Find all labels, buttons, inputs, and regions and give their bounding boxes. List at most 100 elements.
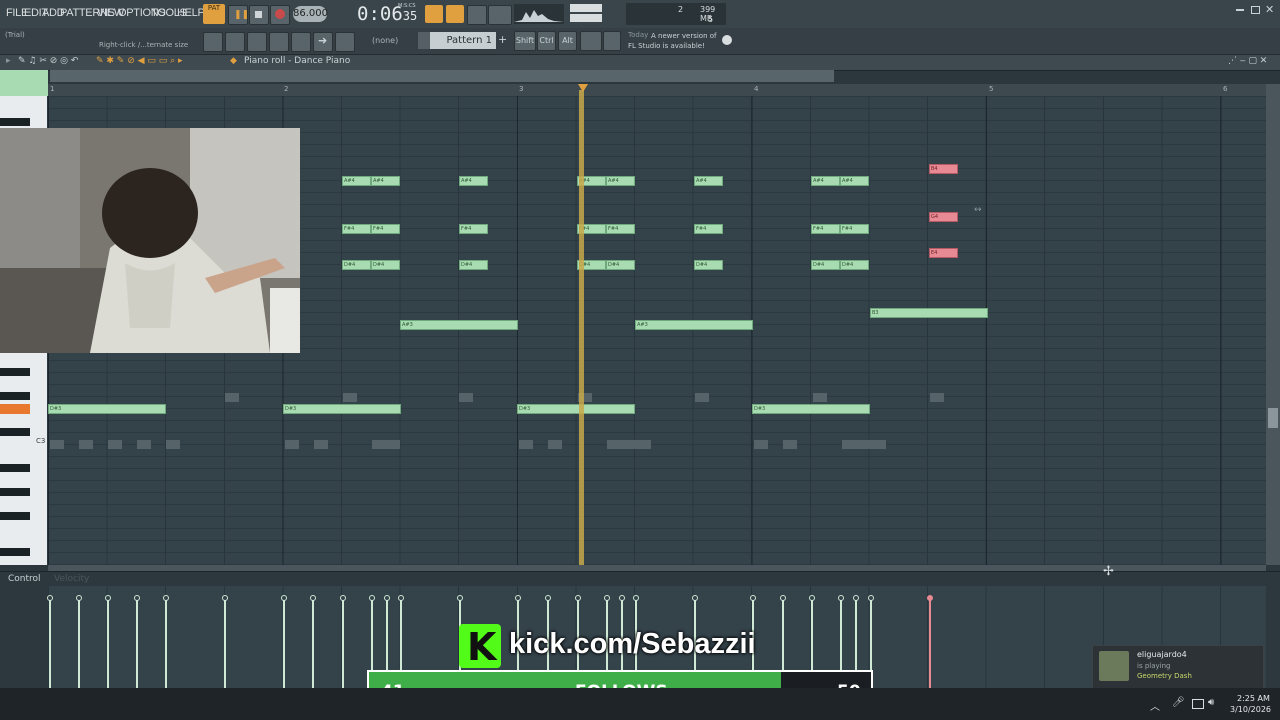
note[interactable]: F#4: [694, 224, 723, 234]
black-key[interactable]: [0, 118, 30, 126]
news-globe-icon[interactable]: [722, 35, 732, 45]
note[interactable]: F#4: [459, 224, 488, 234]
recording-button[interactable]: [335, 32, 355, 52]
black-key[interactable]: [0, 368, 30, 376]
pat-song-toggle[interactable]: PAT: [203, 4, 225, 24]
master-volume[interactable]: [570, 4, 602, 12]
window-controls-icons[interactable]: ⋰ ‒ ▢ ✕: [1228, 56, 1267, 66]
note[interactable]: B3: [870, 308, 988, 318]
piano-roll-title[interactable]: Piano roll - Dance Piano: [244, 56, 350, 66]
clock-date[interactable]: 3/10/2026: [1230, 705, 1271, 714]
note[interactable]: D#4: [606, 260, 635, 270]
timeline-ruler[interactable]: 1 2 3 4 5 6: [48, 84, 1266, 96]
key-zoom-corner[interactable]: [0, 70, 48, 96]
network-icon[interactable]: [1192, 699, 1204, 709]
channel-rack-button[interactable]: [225, 32, 245, 52]
note[interactable]: D#3: [48, 404, 166, 414]
note[interactable]: D#3: [283, 404, 401, 414]
selected-note[interactable]: E4: [929, 248, 958, 258]
play-button[interactable]: ❚❚: [228, 5, 249, 25]
touch-button[interactable]: [580, 31, 602, 51]
note[interactable]: A#4: [840, 176, 869, 186]
black-key[interactable]: [0, 428, 30, 436]
add-pattern-icon[interactable]: +: [498, 33, 507, 46]
volume-icon[interactable]: 🔊︎: [1208, 697, 1214, 708]
tool-icons[interactable]: ✎ ♫ ✂ ⊘ ◎ ↶: [18, 56, 78, 66]
note[interactable]: F#4: [811, 224, 840, 234]
velocity-bar[interactable]: [163, 595, 169, 688]
vertical-scrollbar[interactable]: [1266, 84, 1280, 565]
tray-chevron-icon[interactable]: ︿: [1150, 698, 1160, 713]
pattern-overview-strip[interactable]: [50, 70, 834, 82]
note[interactable]: A#3: [400, 320, 518, 330]
note[interactable]: A#4: [606, 176, 635, 186]
plugin-picker-button[interactable]: ➜: [313, 32, 333, 52]
countdown-button[interactable]: [446, 5, 464, 23]
velocity-bar[interactable]: [281, 595, 287, 688]
note[interactable]: D#4: [371, 260, 400, 270]
velocity-bar[interactable]: [222, 595, 228, 688]
shift-button[interactable]: Shift: [514, 31, 536, 51]
control-label[interactable]: Control: [8, 574, 41, 584]
cart-icon[interactable]: [603, 31, 621, 51]
note[interactable]: D#3: [752, 404, 870, 414]
snap-selector[interactable]: (none): [372, 36, 398, 45]
vertical-scroll-thumb[interactable]: [1268, 408, 1278, 428]
record-button[interactable]: [270, 5, 290, 25]
stop-button[interactable]: [249, 5, 269, 25]
ctrl-button[interactable]: Ctrl: [537, 31, 556, 51]
note[interactable]: D#4: [342, 260, 371, 270]
note[interactable]: D#4: [840, 260, 869, 270]
metronome-button[interactable]: [425, 5, 443, 23]
master-pitch[interactable]: [570, 14, 602, 22]
menu-help[interactable]: HELP: [177, 7, 205, 19]
selected-note[interactable]: G4: [929, 212, 958, 222]
options-arrow-icon[interactable]: ▸: [6, 56, 11, 66]
mixer-button[interactable]: [269, 32, 289, 52]
note[interactable]: D#4: [459, 260, 488, 270]
note[interactable]: F#4: [606, 224, 635, 234]
note[interactable]: A#4: [342, 176, 371, 186]
microphone-icon[interactable]: 🎤︎: [1172, 697, 1185, 708]
note[interactable]: A#4: [694, 176, 723, 186]
control-target-label[interactable]: Velocity: [54, 574, 89, 584]
velocity-bar[interactable]: [105, 595, 111, 688]
piano-roll-button[interactable]: [247, 32, 267, 52]
note[interactable]: F#4: [840, 224, 869, 234]
note[interactable]: D#3: [517, 404, 635, 414]
velocity-bar[interactable]: [134, 595, 140, 688]
note[interactable]: F#4: [371, 224, 400, 234]
note[interactable]: A#4: [459, 176, 488, 186]
minimize-icon[interactable]: [1236, 9, 1244, 11]
velocity-bar[interactable]: [340, 595, 346, 688]
close-icon[interactable]: ✕: [1265, 3, 1274, 16]
velocity-bar[interactable]: [310, 595, 316, 688]
highlighted-key[interactable]: [0, 404, 30, 414]
black-key[interactable]: [0, 392, 30, 400]
velocity-bar[interactable]: [76, 595, 82, 688]
note[interactable]: A#3: [635, 320, 753, 330]
black-key[interactable]: [0, 512, 30, 520]
maximize-icon[interactable]: [1251, 6, 1260, 14]
playlist-button[interactable]: [203, 32, 223, 52]
news-text[interactable]: A newer version of FL Studio is availabl…: [628, 31, 718, 51]
blend-button[interactable]: [488, 5, 512, 25]
black-key[interactable]: [0, 548, 30, 556]
black-key[interactable]: [0, 464, 30, 472]
velocity-bar-selected[interactable]: [927, 595, 933, 688]
alt-button[interactable]: Alt: [558, 31, 577, 51]
browser-button[interactable]: [291, 32, 311, 52]
note[interactable]: F#4: [342, 224, 371, 234]
velocity-bar[interactable]: [47, 595, 53, 688]
loop-record-button[interactable]: [467, 5, 487, 25]
draw-tools-icons[interactable]: ✎ ✱ ✎ ⊘ ◀ ▭ ▭ ⌕ ▸: [96, 56, 183, 66]
note[interactable]: A#4: [811, 176, 840, 186]
pattern-selector[interactable]: Pattern 1: [430, 32, 496, 49]
game-notification[interactable]: eliguajardo4 is playing Geometry Dash: [1092, 645, 1264, 689]
pattern-prev-button[interactable]: [418, 32, 430, 49]
note[interactable]: A#4: [371, 176, 400, 186]
black-key[interactable]: [0, 488, 30, 496]
note[interactable]: D#4: [694, 260, 723, 270]
tempo-display[interactable]: 86.000: [293, 6, 328, 22]
selected-note[interactable]: B4: [929, 164, 958, 174]
